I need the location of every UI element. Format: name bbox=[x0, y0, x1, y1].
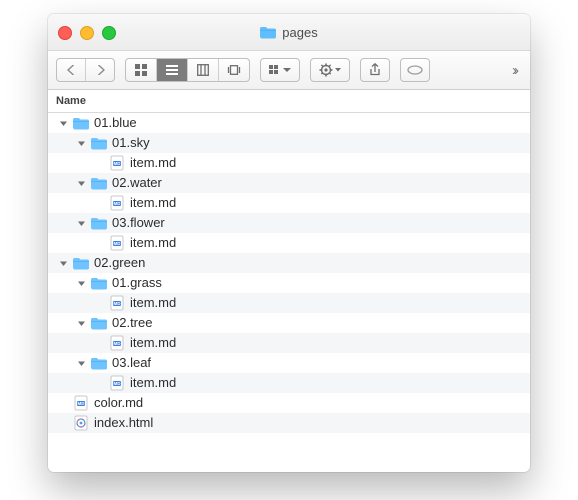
folder-icon bbox=[91, 215, 107, 231]
finder-window: pages bbox=[48, 14, 530, 472]
svg-text:MD: MD bbox=[114, 161, 122, 166]
disclosure-triangle-icon[interactable] bbox=[76, 318, 86, 328]
file-name[interactable]: 03.flower bbox=[112, 213, 165, 233]
file-name[interactable]: item.md bbox=[130, 373, 176, 393]
action-menu[interactable] bbox=[310, 58, 350, 82]
arrange-menu[interactable] bbox=[260, 58, 300, 82]
toolbar-overflow-button[interactable]: ›› bbox=[512, 62, 522, 79]
tags-button[interactable] bbox=[400, 58, 430, 82]
folder-icon bbox=[91, 315, 107, 331]
file-name[interactable]: color.md bbox=[94, 393, 143, 413]
window-title-text: pages bbox=[282, 25, 317, 40]
file-name[interactable]: item.md bbox=[130, 193, 176, 213]
toolbar: ›› bbox=[48, 51, 530, 90]
tree-row[interactable]: index.html bbox=[48, 413, 530, 433]
disclosure-triangle-icon[interactable] bbox=[76, 138, 86, 148]
titlebar[interactable]: pages bbox=[48, 14, 530, 51]
file-name[interactable]: 02.green bbox=[94, 253, 145, 273]
disclosure-triangle-icon[interactable] bbox=[58, 258, 68, 268]
tree-row[interactable]: MD item.md bbox=[48, 153, 530, 173]
list-view-button[interactable] bbox=[156, 59, 187, 81]
file-name[interactable]: 01.sky bbox=[112, 133, 150, 153]
svg-text:MD: MD bbox=[114, 381, 122, 386]
nav-buttons bbox=[56, 58, 115, 82]
file-name[interactable]: 02.tree bbox=[112, 313, 152, 333]
tree-row[interactable]: 02.tree bbox=[48, 313, 530, 333]
folder-icon bbox=[73, 115, 89, 131]
file-name[interactable]: 03.leaf bbox=[112, 353, 151, 373]
markdown-file-icon: MD bbox=[109, 375, 125, 391]
folder-icon bbox=[91, 135, 107, 151]
folder-icon bbox=[73, 255, 89, 271]
column-header-row[interactable]: Name bbox=[48, 90, 530, 113]
markdown-file-icon: MD bbox=[109, 295, 125, 311]
folder-icon bbox=[91, 275, 107, 291]
tree-row[interactable]: 01.blue bbox=[48, 113, 530, 133]
tree-row[interactable]: MD item.md bbox=[48, 233, 530, 253]
markdown-file-icon: MD bbox=[109, 195, 125, 211]
tree-row[interactable]: 03.leaf bbox=[48, 353, 530, 373]
tree-row[interactable]: 02.water bbox=[48, 173, 530, 193]
file-tree[interactable]: 01.blue01.skyMDitem.md02.waterMDitem.md0… bbox=[48, 113, 530, 433]
tree-row[interactable]: MD item.md bbox=[48, 373, 530, 393]
svg-text:MD: MD bbox=[114, 341, 122, 346]
tree-row[interactable]: MD color.md bbox=[48, 393, 530, 413]
tree-row[interactable]: 02.green bbox=[48, 253, 530, 273]
minimize-window-button[interactable] bbox=[80, 26, 94, 40]
svg-text:MD: MD bbox=[114, 241, 122, 246]
svg-text:MD: MD bbox=[114, 201, 122, 206]
file-name[interactable]: 02.water bbox=[112, 173, 162, 193]
tree-row[interactable]: MD item.md bbox=[48, 193, 530, 213]
tree-row[interactable]: 03.flower bbox=[48, 213, 530, 233]
file-name[interactable]: index.html bbox=[94, 413, 153, 433]
file-name[interactable]: item.md bbox=[130, 233, 176, 253]
disclosure-triangle-icon[interactable] bbox=[76, 358, 86, 368]
markdown-file-icon: MD bbox=[109, 235, 125, 251]
icon-view-button[interactable] bbox=[126, 59, 156, 81]
disclosure-triangle-icon[interactable] bbox=[76, 278, 86, 288]
close-window-button[interactable] bbox=[58, 26, 72, 40]
column-view-button[interactable] bbox=[187, 59, 218, 81]
disclosure-triangle-icon[interactable] bbox=[76, 178, 86, 188]
file-name[interactable]: item.md bbox=[130, 333, 176, 353]
coverflow-view-button[interactable] bbox=[218, 59, 249, 81]
markdown-file-icon: MD bbox=[109, 155, 125, 171]
file-name[interactable]: item.md bbox=[130, 153, 176, 173]
zoom-window-button[interactable] bbox=[102, 26, 116, 40]
file-name[interactable]: item.md bbox=[130, 293, 176, 313]
disclosure-triangle-icon[interactable] bbox=[58, 118, 68, 128]
markdown-file-icon: MD bbox=[73, 395, 89, 411]
markdown-file-icon: MD bbox=[109, 335, 125, 351]
tree-row[interactable]: 01.grass bbox=[48, 273, 530, 293]
file-name[interactable]: 01.blue bbox=[94, 113, 137, 133]
view-mode-buttons bbox=[125, 58, 250, 82]
folder-icon bbox=[91, 175, 107, 191]
folder-icon bbox=[91, 355, 107, 371]
svg-text:MD: MD bbox=[78, 401, 86, 406]
share-button[interactable] bbox=[360, 58, 390, 82]
tree-row[interactable]: MD item.md bbox=[48, 333, 530, 353]
forward-button[interactable] bbox=[85, 59, 114, 81]
svg-text:MD: MD bbox=[114, 301, 122, 306]
folder-icon bbox=[260, 26, 276, 39]
disclosure-triangle-icon[interactable] bbox=[76, 218, 86, 228]
tree-row[interactable]: MD item.md bbox=[48, 293, 530, 313]
file-name[interactable]: 01.grass bbox=[112, 273, 162, 293]
back-button[interactable] bbox=[57, 59, 85, 81]
tree-row[interactable]: 01.sky bbox=[48, 133, 530, 153]
window-title: pages bbox=[260, 25, 317, 40]
column-header-name[interactable]: Name bbox=[56, 95, 86, 107]
html-file-icon bbox=[73, 415, 89, 431]
